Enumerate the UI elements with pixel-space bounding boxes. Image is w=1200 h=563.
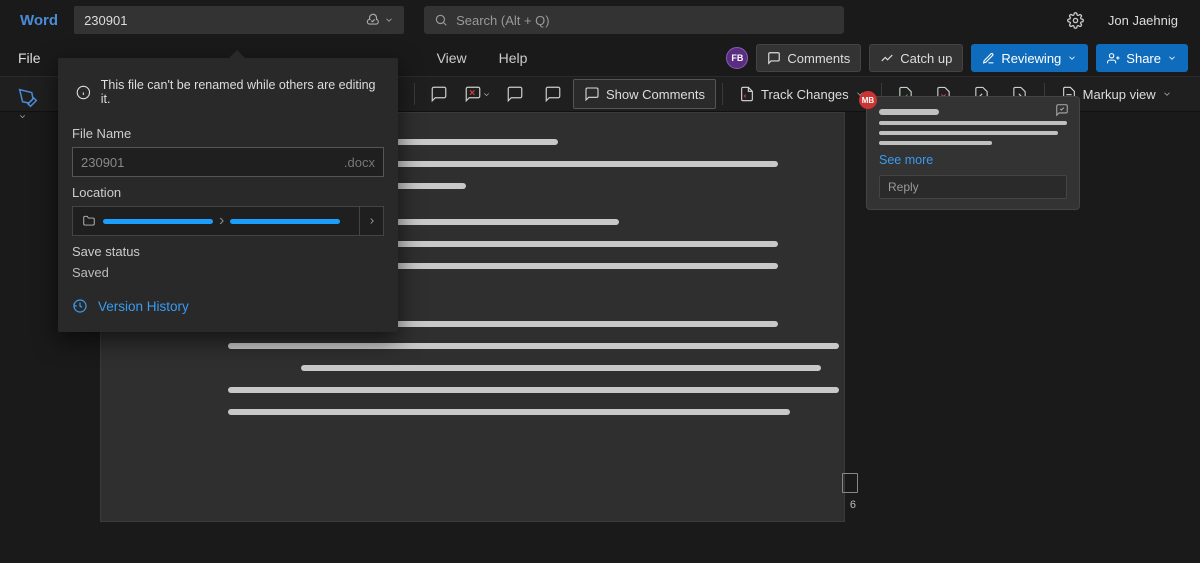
comments-button[interactable]: Comments <box>756 44 861 72</box>
page-indicator <box>842 473 858 493</box>
filename-label: File Name <box>72 126 384 141</box>
user-name[interactable]: Jon Jaehnig <box>1094 13 1192 28</box>
comment-icon <box>584 86 600 102</box>
comment-author-avatar: MB <box>859 91 877 109</box>
document-title-dropdown[interactable]: 230901 <box>74 6 404 34</box>
track-changes-icon <box>739 86 755 102</box>
location-more-button[interactable] <box>359 207 383 235</box>
folder-icon <box>81 214 97 228</box>
prev-comment-button[interactable] <box>497 79 533 109</box>
filename-popover: This file can't be renamed while others … <box>58 58 398 332</box>
comment-icon <box>767 51 781 65</box>
filename-input[interactable]: 230901 .docx <box>72 147 384 177</box>
presence-avatar[interactable]: FB <box>726 47 748 69</box>
gear-icon <box>1067 12 1084 29</box>
comment-card[interactable]: MB See more Reply <box>866 96 1080 210</box>
reply-input[interactable]: Reply <box>879 175 1067 199</box>
editor-pen-button[interactable] <box>18 88 38 126</box>
reviewing-dropdown[interactable]: Reviewing <box>971 44 1088 72</box>
catchup-icon <box>880 51 894 65</box>
show-comments-button[interactable]: Show Comments <box>573 79 716 109</box>
chevron-down-icon <box>1167 53 1177 63</box>
catchup-button[interactable]: Catch up <box>869 44 963 72</box>
share-icon <box>1107 52 1120 65</box>
document-title: 230901 <box>84 13 127 28</box>
tab-view[interactable]: View <box>423 44 481 72</box>
comment-author-name <box>879 109 939 115</box>
new-comment-button[interactable] <box>421 79 457 109</box>
chevron-right-icon <box>367 216 377 226</box>
app-name: Word <box>8 12 70 29</box>
history-icon <box>72 298 88 314</box>
save-status-value: Saved <box>72 265 384 280</box>
share-dropdown[interactable]: Share <box>1096 44 1188 72</box>
location-picker[interactable]: › <box>72 206 384 236</box>
title-bar: Word 230901 Search (Alt + Q) Jon Jaehnig <box>0 0 1200 40</box>
chevron-down-icon <box>1162 89 1172 99</box>
info-icon <box>76 85 91 100</box>
search-input[interactable]: Search (Alt + Q) <box>424 6 844 34</box>
delete-comment-button[interactable] <box>459 79 495 109</box>
tab-help[interactable]: Help <box>485 44 542 72</box>
resolve-comment-button[interactable] <box>1055 103 1069 117</box>
tab-file[interactable]: File <box>4 44 55 72</box>
version-history-link[interactable]: Version History <box>72 298 384 314</box>
search-icon <box>434 13 448 27</box>
settings-button[interactable] <box>1061 6 1090 35</box>
see-more-link[interactable]: See more <box>879 153 1067 167</box>
edit-icon <box>982 52 995 65</box>
next-comment-button[interactable] <box>535 79 571 109</box>
track-changes-dropdown[interactable]: Track Changes <box>729 79 875 109</box>
save-status-label: Save status <box>72 244 384 259</box>
rename-warning: This file can't be renamed while others … <box>72 72 384 118</box>
search-placeholder: Search (Alt + Q) <box>456 13 550 28</box>
location-label: Location <box>72 185 384 200</box>
chevron-down-icon <box>1067 53 1077 63</box>
page-number: 6 <box>850 499 856 511</box>
save-status-icon[interactable] <box>366 13 394 27</box>
